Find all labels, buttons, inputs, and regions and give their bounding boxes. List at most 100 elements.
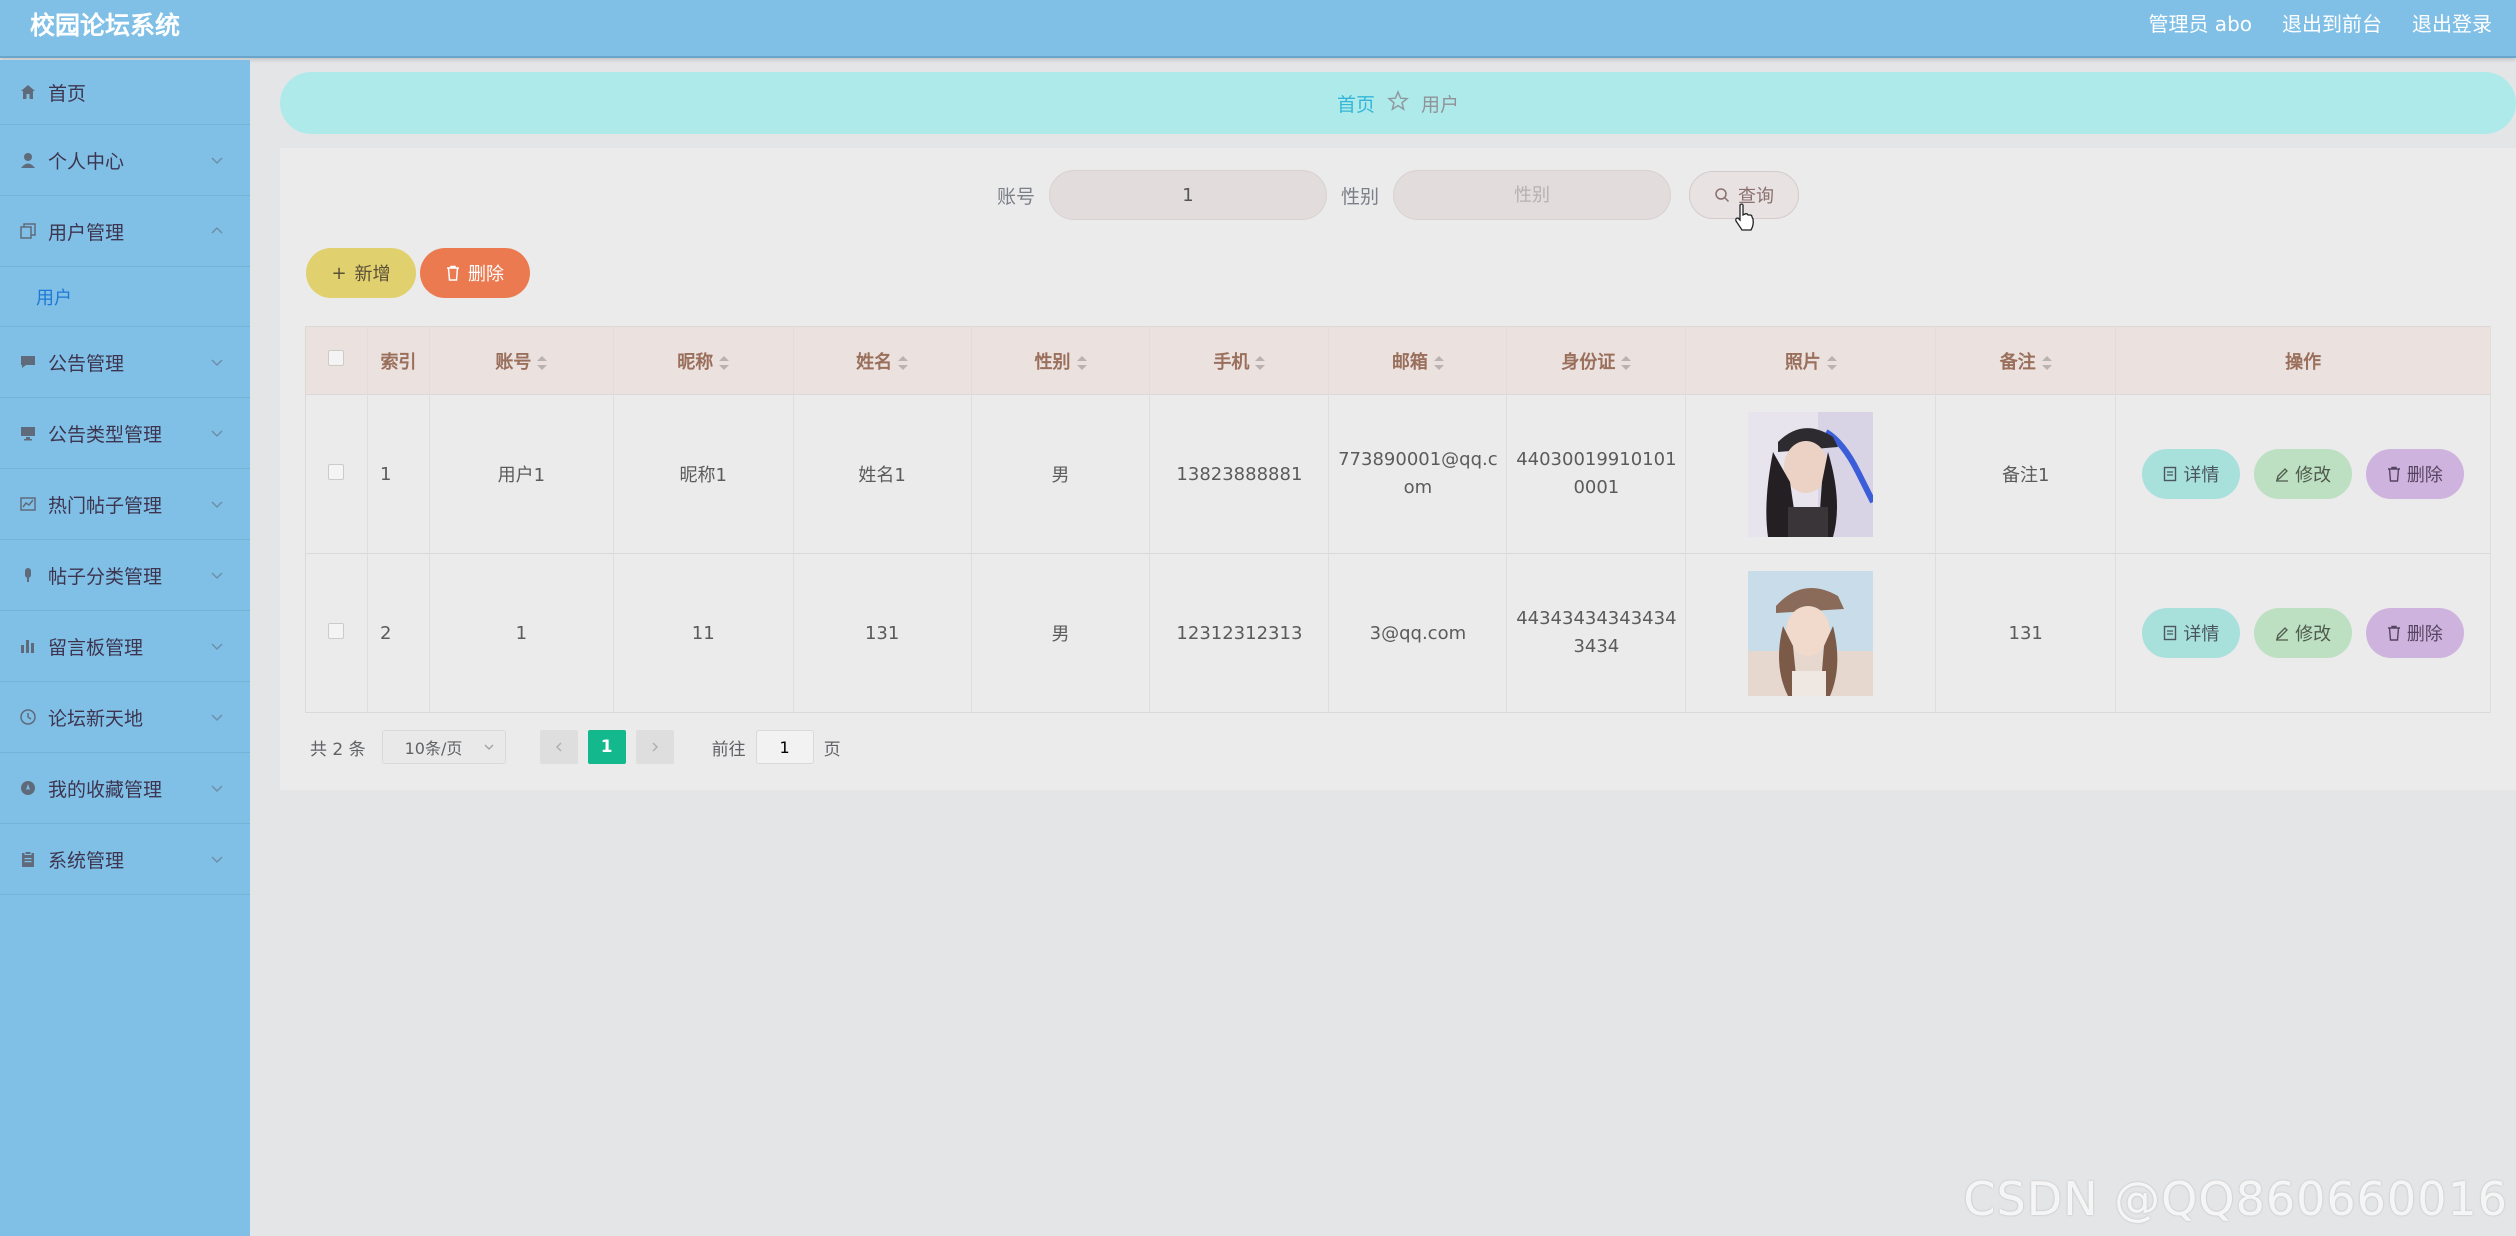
cell-nickname: 11 xyxy=(613,553,794,713)
sidebar-item-home[interactable]: 首页 xyxy=(0,60,250,125)
sort-icon[interactable] xyxy=(1076,355,1087,370)
cell-id-card: 44030019910101 0001 xyxy=(1506,394,1687,554)
document-icon xyxy=(2164,625,2177,641)
action-buttons: + 新增 删除 xyxy=(306,248,530,298)
col-phone[interactable]: 手机 xyxy=(1149,326,1330,395)
row-delete-button[interactable]: 删除 xyxy=(2365,449,2464,499)
sort-icon[interactable] xyxy=(898,355,909,370)
next-page-button[interactable] xyxy=(635,730,674,764)
sort-icon[interactable] xyxy=(719,355,730,370)
edit-button[interactable]: 修改 xyxy=(2254,608,2353,658)
sort-icon[interactable] xyxy=(1255,355,1266,370)
sidebar-item-announcement-types[interactable]: 公告类型管理 xyxy=(0,398,250,469)
sidebar-item-label: 帖子分类管理 xyxy=(48,565,163,588)
col-remark[interactable]: 备注 xyxy=(1935,326,2117,395)
sidebar-item-label: 我的收藏管理 xyxy=(48,778,163,801)
edit-icon xyxy=(2276,468,2289,482)
cell-gender: 男 xyxy=(971,553,1151,713)
to-frontend-link[interactable]: 退出到前台 xyxy=(2282,8,2382,37)
col-id-card[interactable]: 身份证 xyxy=(1506,326,1687,395)
sidebar-item-favorites[interactable]: 我的收藏管理 xyxy=(0,753,250,824)
sidebar-item-personal[interactable]: 个人中心 xyxy=(0,125,250,196)
star-icon xyxy=(1387,89,1409,117)
cell-phone: 13823888881 xyxy=(1149,394,1330,554)
col-name[interactable]: 姓名 xyxy=(793,326,972,395)
clipboard-icon xyxy=(18,849,38,869)
col-photo[interactable]: 照片 xyxy=(1685,326,1937,395)
table-row: 1 用户1 昵称1 姓名1 男 13823888881 773890001@qq… xyxy=(305,394,2491,554)
sidebar-item-label: 系统管理 xyxy=(48,849,125,872)
user-photo-1[interactable] xyxy=(1748,411,1874,537)
app-title: 校园论坛系统 xyxy=(30,11,181,40)
copy-icon xyxy=(18,221,38,241)
row-delete-button[interactable]: 删除 xyxy=(2365,608,2464,658)
chevron-up-icon xyxy=(211,226,223,234)
sidebar-item-system[interactable]: 系统管理 xyxy=(0,824,250,895)
sidebar-item-label: 首页 xyxy=(48,82,87,105)
page-suffix: 页 xyxy=(823,739,841,760)
header-actions: 管理员 abo 退出到前台 退出登录 xyxy=(2148,8,2492,37)
sidebar-item-label: 热门帖子管理 xyxy=(48,494,163,517)
cell-remark: 备注1 xyxy=(1935,394,2117,554)
col-account[interactable]: 账号 xyxy=(429,326,614,395)
sort-icon[interactable] xyxy=(2041,355,2052,370)
cell-index: 2 xyxy=(367,553,430,713)
cell-operations: 详情 修改 删除 xyxy=(2115,394,2491,554)
sidebar-subitem-users[interactable]: 用户 xyxy=(0,267,250,327)
sidebar-item-forum-world[interactable]: 论坛新天地 xyxy=(0,682,250,753)
hand-cursor-icon xyxy=(1735,203,1754,231)
detail-button[interactable]: 详情 xyxy=(2142,449,2241,499)
monitor-icon xyxy=(18,423,38,443)
row-select-cell xyxy=(305,394,368,554)
sort-icon[interactable] xyxy=(1826,355,1837,370)
logout-link[interactable]: 退出登录 xyxy=(2412,8,2492,37)
sidebar-item-label: 用户管理 xyxy=(48,221,125,244)
col-nickname[interactable]: 昵称 xyxy=(613,326,794,395)
sort-icon[interactable] xyxy=(537,355,548,370)
chevron-down-icon xyxy=(211,157,223,165)
page-number-active[interactable]: 1 xyxy=(587,730,626,764)
chevron-down-icon xyxy=(211,856,223,864)
row-checkbox[interactable] xyxy=(328,622,345,639)
page-size-select[interactable]: 10条/页 xyxy=(381,730,506,764)
goto-label: 前往 xyxy=(711,739,746,760)
account-input[interactable] xyxy=(1049,170,1327,220)
breadcrumb: 首页 用户 xyxy=(280,72,2516,134)
sidebar-item-message-board[interactable]: 留言板管理 xyxy=(0,611,250,682)
cell-gender: 男 xyxy=(971,394,1151,554)
sidebar-item-announcements[interactable]: 公告管理 xyxy=(0,327,250,398)
col-email[interactable]: 邮箱 xyxy=(1328,326,1508,395)
gender-label: 性别 xyxy=(1341,185,1380,208)
edit-button[interactable]: 修改 xyxy=(2254,449,2353,499)
chevron-left-icon xyxy=(555,742,562,752)
sort-icon[interactable] xyxy=(1621,355,1632,370)
plus-icon: + xyxy=(331,262,347,284)
sort-icon[interactable] xyxy=(1433,355,1444,370)
user-icon xyxy=(18,150,38,170)
row-checkbox[interactable] xyxy=(328,463,345,480)
goto-page-input[interactable] xyxy=(755,730,814,764)
col-gender[interactable]: 性别 xyxy=(971,326,1151,395)
select-all-checkbox[interactable] xyxy=(328,350,345,366)
user-photo-2[interactable] xyxy=(1748,570,1874,696)
gender-input[interactable] xyxy=(1393,170,1672,220)
cell-nickname: 昵称1 xyxy=(613,394,794,554)
breadcrumb-home[interactable]: 首页 xyxy=(1337,90,1375,117)
batch-delete-button[interactable]: 删除 xyxy=(420,248,530,298)
sidebar-item-hot-posts[interactable]: 热门帖子管理 xyxy=(0,469,250,540)
chevron-down-icon xyxy=(211,572,223,580)
sidebar-item-user-management[interactable]: 用户管理 xyxy=(0,196,250,267)
breadcrumb-current: 用户 xyxy=(1421,93,1460,116)
cell-photo xyxy=(1685,394,1937,554)
sidebar-item-post-categories[interactable]: 帖子分类管理 xyxy=(0,540,250,611)
message-icon xyxy=(18,352,38,372)
microphone-icon xyxy=(18,565,38,585)
cell-operations: 详情 修改 删除 xyxy=(2115,553,2491,713)
delete-button-label: 删除 xyxy=(468,264,504,285)
add-button[interactable]: + 新增 xyxy=(306,248,416,298)
prev-page-button[interactable] xyxy=(539,730,578,764)
col-index: 索引 xyxy=(367,326,430,395)
cell-phone: 12312312313 xyxy=(1149,553,1330,713)
bar-chart-icon xyxy=(18,636,38,656)
detail-button[interactable]: 详情 xyxy=(2142,608,2241,658)
